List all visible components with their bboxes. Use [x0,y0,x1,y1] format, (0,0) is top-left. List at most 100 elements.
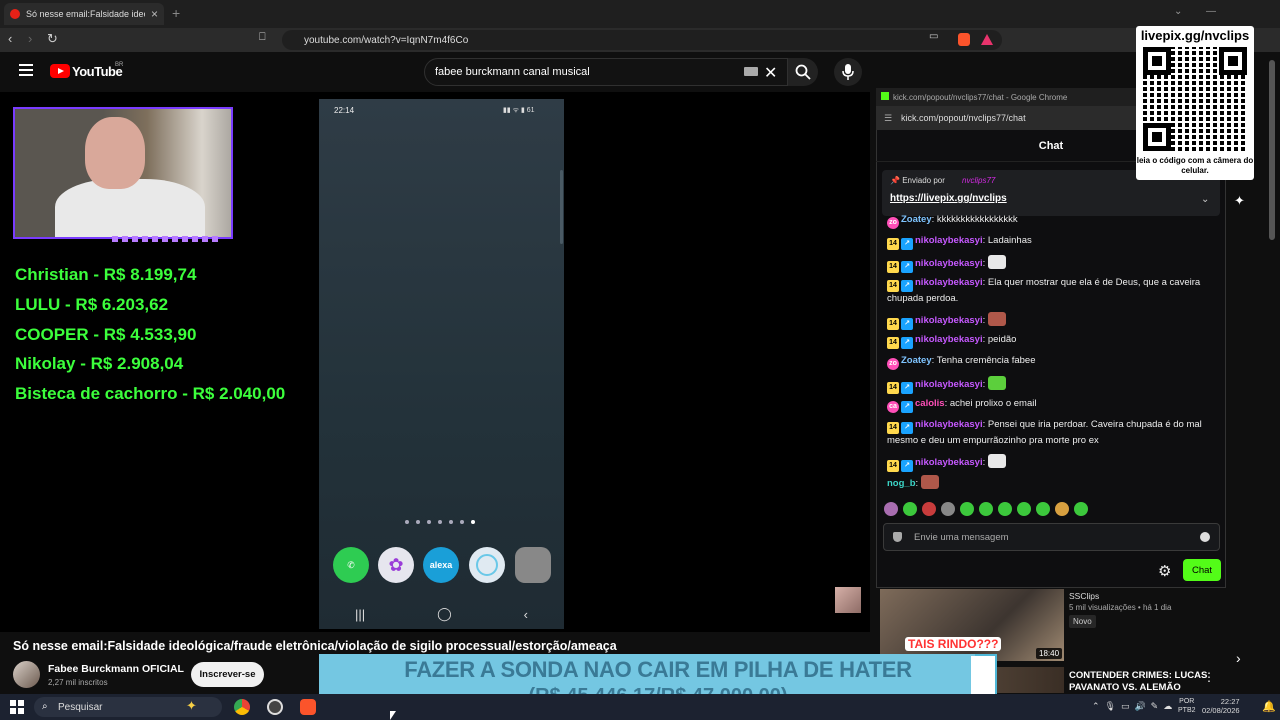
emote-icon[interactable] [922,502,936,516]
emote-icon[interactable] [884,502,898,516]
phone-navigation-bar: ||| ◯ ‹ [319,600,564,628]
user-badge-icon: ca [887,401,899,413]
region-label: BR [115,62,124,68]
back-arrow-icon[interactable]: ‹ [8,31,12,46]
chat-username[interactable]: nog_b [887,478,916,489]
webcam-overlay [13,107,233,239]
next-chevron-icon[interactable]: › [1236,650,1241,666]
send-chat-button[interactable]: Chat [1183,559,1221,581]
emote-icon[interactable] [1074,502,1088,516]
shield-icon[interactable] [893,532,902,542]
suggested-video-title-2[interactable]: CONTENDER CRIMES: LUCAS PAVANATO VS. ALE… [1069,670,1209,694]
phone-apps-folder-icon [515,547,551,583]
browser-tab[interactable]: Só nesse email:Falsidade ideológ × [4,3,164,25]
sub-badge-icon: 14 [887,382,899,394]
voice-search-button[interactable] [834,58,862,86]
emote-icon[interactable] [1055,502,1069,516]
chat-message: 14 ↗ nikolaybekasyi: Ladainhas [887,234,1215,250]
search-input[interactable]: fabee burckmann canal musical [424,58,788,86]
emote-icon[interactable] [1017,502,1031,516]
emote-icon[interactable] [979,502,993,516]
chat-username[interactable]: nikolaybekasyi [915,258,983,269]
site-info-icon[interactable]: ☰ [884,113,892,124]
emote-icon[interactable] [1036,502,1050,516]
verified-badge-icon: ↗ [901,382,913,394]
channel-avatar[interactable] [13,661,40,688]
chat-username[interactable]: nikolaybekasyi [915,315,983,326]
gear-icon[interactable]: ⚙ [1158,562,1171,580]
chat-username[interactable]: nikolaybekasyi [915,334,983,345]
webcam-frame-decoration [112,236,222,242]
emoji-picker-icon[interactable] [1200,532,1210,542]
cast-icon[interactable]: ▭ [929,31,938,42]
clear-search-icon[interactable]: ✕ [764,63,777,83]
search-button[interactable] [788,58,818,86]
thumbnail-caption: TAIS RINDO??? [905,637,1002,651]
sub-badge-icon: 14 [887,238,899,250]
chat-message: zo Zoatey: Tenha cremência fabee [887,354,1215,370]
search-icon: ⌕ [42,701,48,712]
forward-arrow-icon[interactable]: › [28,31,32,46]
suggested-channel[interactable]: SSClips [1069,591,1099,601]
brave-shield-icon[interactable] [958,33,970,46]
obs-taskbar-icon[interactable] [267,699,283,715]
close-tab-icon[interactable]: × [151,7,158,21]
menu-hamburger-icon[interactable] [19,64,33,76]
rewards-triangle-icon[interactable] [981,34,993,45]
tab-title: Só nesse email:Falsidade ideológ [26,9,145,19]
minimize-icon[interactable]: — [1206,6,1216,17]
keyboard-language[interactable]: POR PTB2 [1178,697,1196,715]
goal-title: FAZER A SONDA NAO CAIR EM PILHA DE HATER [404,657,912,682]
emote-icon[interactable] [903,502,917,516]
chat-username[interactable]: nikolaybekasyi [915,419,983,430]
windows-start-icon[interactable] [10,700,24,714]
copilot-sparkle-icon[interactable]: ✦ [186,698,197,714]
sparkle-icon[interactable]: ✦ [1234,193,1245,209]
chat-username[interactable]: nikolaybekasyi [915,277,983,288]
chat-username[interactable]: Zoatey [901,214,932,225]
chat-message: nog_b: [887,475,1215,492]
bookmark-icon[interactable]: ⎕ [259,31,266,44]
notification-bell-icon[interactable]: 🔔 [1262,700,1276,713]
taskbar-clock[interactable]: 22:27 02/08/2026 [1202,697,1240,715]
chat-message: ca ↗ calolis: achei prolixo o email [887,397,1215,413]
chat-username[interactable]: calolis [915,398,945,409]
emote-icon[interactable] [998,502,1012,516]
user-badge-icon: zo [887,358,899,370]
subscribe-button[interactable]: Inscrever-se [191,662,264,687]
page-scrollbar[interactable] [1269,60,1275,240]
pinned-user[interactable]: nvclips77 [962,176,995,185]
home-circle-icon: ◯ [437,606,452,621]
emote-icon[interactable] [941,502,955,516]
phone-clock: 22:14 [334,106,355,115]
sub-badge-icon: 14 [887,337,899,349]
url-field[interactable]: youtube.com/watch?v=IqnN7m4f6Co [282,30,1002,50]
mouse-cursor [390,711,396,720]
chat-username[interactable]: Zoatey [901,355,932,366]
chat-emote-icon [987,454,1006,468]
emote-icon[interactable] [960,502,974,516]
reload-icon[interactable]: ↻ [47,31,58,47]
chat-username[interactable]: nikolaybekasyi [915,379,983,390]
chat-message-input[interactable]: Envie uma mensagem [883,523,1220,551]
keyboard-icon[interactable] [744,67,758,76]
chrome-taskbar-icon[interactable] [234,699,250,715]
system-tray-icons[interactable]: ⌃ 🎙 ▭ 🔊 ✎ ☁ [1092,701,1172,712]
chat-text: kkkkkkkkkkkkkkkkk [936,214,1018,225]
emote-bar[interactable] [884,502,1088,516]
chevron-down-icon[interactable]: ⌄ [1201,194,1209,205]
donor-3: COOPER - R$ 4.533,90 [15,325,197,344]
chevron-down-icon[interactable]: ⌄ [1174,6,1182,17]
phone-page-dots [405,520,475,524]
new-tab-button[interactable]: + [172,5,180,21]
channel-name[interactable]: Fabee Burckmann OFICIAL [48,663,184,675]
chat-username[interactable]: nikolaybekasyi [915,457,983,468]
phone-scroll-indicator [560,170,563,244]
chat-username[interactable]: nikolaybekasyi [915,235,983,246]
pinned-link[interactable]: https://livepix.gg/nvclips [890,193,1007,204]
more-options-icon[interactable]: ⋮ [1203,670,1215,684]
youtube-logo-icon[interactable] [50,64,70,78]
brave-taskbar-icon[interactable] [300,699,316,715]
phone-dialer-icon: ✆ [333,547,369,583]
chat-emote-icon [987,255,1006,269]
